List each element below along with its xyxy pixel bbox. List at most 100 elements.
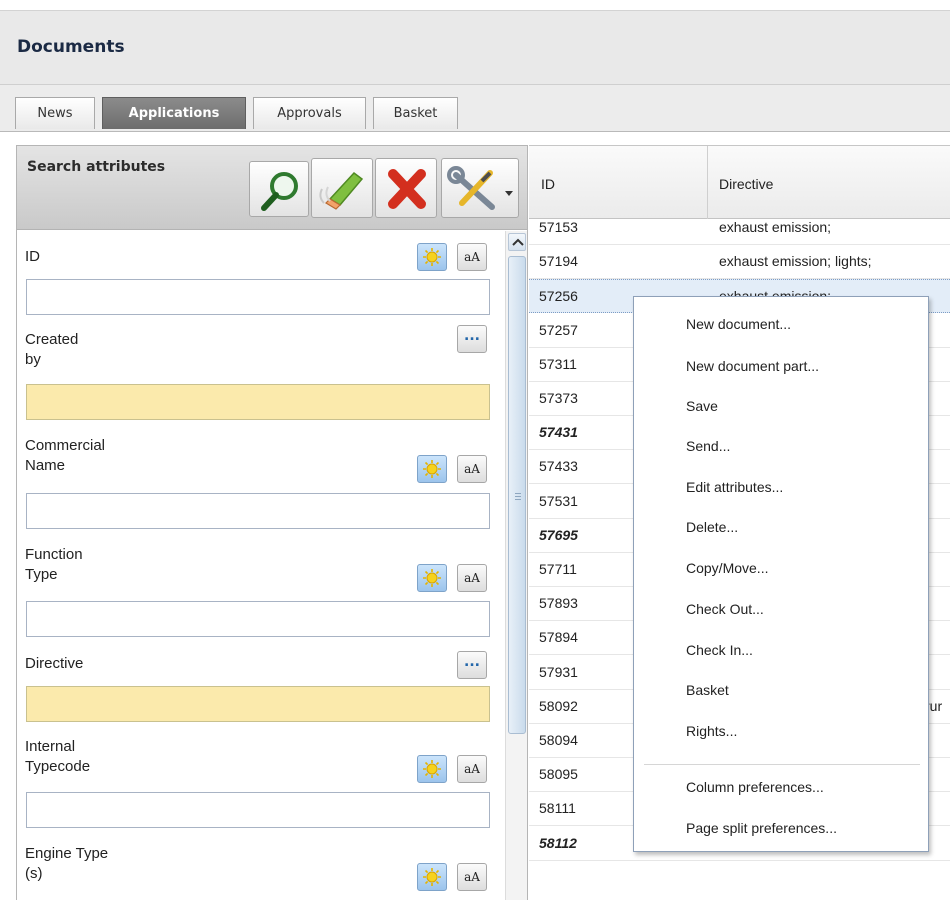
menu-item[interactable]: New document... [686,316,791,332]
tab-approvals[interactable]: Approvals [253,97,366,129]
case-sensitive-button[interactable]: aA [457,243,487,271]
ellipsis-icon: ... [464,654,480,670]
cell-id: 58094 [539,732,578,748]
case-sensitive-button[interactable]: aA [457,564,487,592]
sun-icon [423,248,441,266]
wrench-screwdriver-icon [447,166,513,210]
case-icon: aA [464,462,480,476]
page-header: Documents [0,10,950,85]
directive-field[interactable] [26,686,490,722]
internal-typecode-field[interactable] [26,792,490,828]
clear-attributes-button[interactable] [311,158,373,218]
tab-basket-label: Basket [393,106,438,121]
cell-id: 58112 [539,834,577,851]
menu-item[interactable]: Check In... [686,642,753,658]
case-sensitive-button[interactable]: aA [457,755,487,783]
eraser-icon [319,171,364,210]
menu-item[interactable]: Copy/Move... [686,560,768,576]
cell-directive: exhaust emission; lights; [719,253,872,270]
red-x-icon [388,169,426,209]
wildcard-button[interactable] [417,455,447,483]
tab-basket[interactable]: Basket [373,97,458,129]
tab-news[interactable]: News [15,97,95,129]
attribute-scrollbar[interactable] [505,231,527,900]
tab-approvals-label: Approvals [277,106,342,121]
column-header-directive[interactable]: Directive [719,176,773,192]
attr-label-internal-typecode: Internal Typecode [25,738,91,775]
menu-item[interactable]: Check Out... [686,601,764,617]
cell-id: 58111 [539,800,576,817]
cell-directive: exhaust emission; [719,219,832,235]
id-field[interactable] [26,279,490,315]
cell-id: 57931 [539,663,578,680]
menu-item[interactable]: Basket [686,682,729,698]
page-title: Documents [17,37,125,57]
cell-id: 57431 [539,424,578,441]
cell-id: 57311 [539,355,577,372]
tab-applications[interactable]: Applications [102,97,246,129]
attr-label-function-type: Function Type [25,546,83,583]
sun-icon [423,460,441,478]
cell-id: 58092 [539,697,578,714]
sun-icon [423,868,441,886]
menu-item[interactable]: Column preferences... [686,779,824,795]
cell-id: 57893 [539,595,578,612]
lookup-button[interactable]: ... [457,651,487,679]
grid-header: ID Directive [529,146,950,219]
cell-id: 57373 [539,390,578,406]
table-row[interactable]: 57153 exhaust emission; [529,211,950,245]
scroll-grip [515,496,521,497]
cell-id: 57433 [539,458,578,475]
magnifier-icon [261,172,298,211]
column-header-id[interactable]: ID [541,176,555,192]
menu-item[interactable]: Send... [686,438,730,454]
search-button[interactable] [249,161,309,217]
menu-item[interactable]: Edit attributes... [686,479,783,495]
cell-id: 57194 [539,253,578,270]
function-type-field[interactable] [26,601,490,637]
commercial-name-field[interactable] [26,493,490,529]
search-panel: Search attributes ID aA Created by ... C… [16,145,528,900]
case-sensitive-button[interactable]: aA [457,863,487,891]
menu-item[interactable]: Page split preferences... [686,820,837,836]
cell-id: 57256 [539,288,578,305]
lookup-button[interactable]: ... [457,325,487,353]
attribute-list: ID aA Created by ... Commercial Name aA … [17,231,505,900]
created-by-field[interactable] [26,384,490,420]
menu-item[interactable]: New document part... [686,358,819,374]
attr-label-directive: Directive [25,655,84,672]
tab-applications-label: Applications [128,106,220,121]
cell-id: 57711 [539,561,577,577]
wildcard-button[interactable] [417,243,447,271]
case-icon: aA [464,870,480,884]
menu-separator [644,764,920,765]
case-sensitive-button[interactable]: aA [457,455,487,483]
cell-id: 57695 [539,526,578,543]
settings-dropdown-button[interactable] [441,158,519,218]
context-menu: New document... New document part... Save S… [633,296,929,852]
column-divider[interactable] [707,146,708,219]
ellipsis-icon: ... [464,328,480,344]
attr-label-commercial-name: Commercial Name [25,437,106,474]
search-panel-title: Search attributes [27,159,166,175]
cell-id: 57531 [539,492,578,509]
attr-label-engine-type: Engine Type (s) [25,845,109,882]
tab-bar: News Applications Approvals Basket [0,85,950,132]
cell-id: 57153 [539,219,578,235]
wildcard-button[interactable] [417,564,447,592]
sun-icon [423,569,441,587]
menu-item[interactable]: Save [686,398,718,414]
table-row[interactable]: 57194 exhaust emission; lights; [529,245,950,280]
search-panel-header: Search attributes [17,146,527,230]
scroll-grip [515,499,521,500]
scroll-thumb[interactable] [508,256,526,734]
reset-button[interactable] [375,158,437,218]
menu-item[interactable]: Rights... [686,723,737,739]
wildcard-button[interactable] [417,755,447,783]
wildcard-button[interactable] [417,863,447,891]
cell-id: 57257 [539,321,578,338]
scroll-up-button[interactable] [508,233,526,251]
menu-item[interactable]: Delete... [686,519,738,535]
cell-id: 57894 [539,629,578,646]
chevron-up-icon [512,238,524,246]
